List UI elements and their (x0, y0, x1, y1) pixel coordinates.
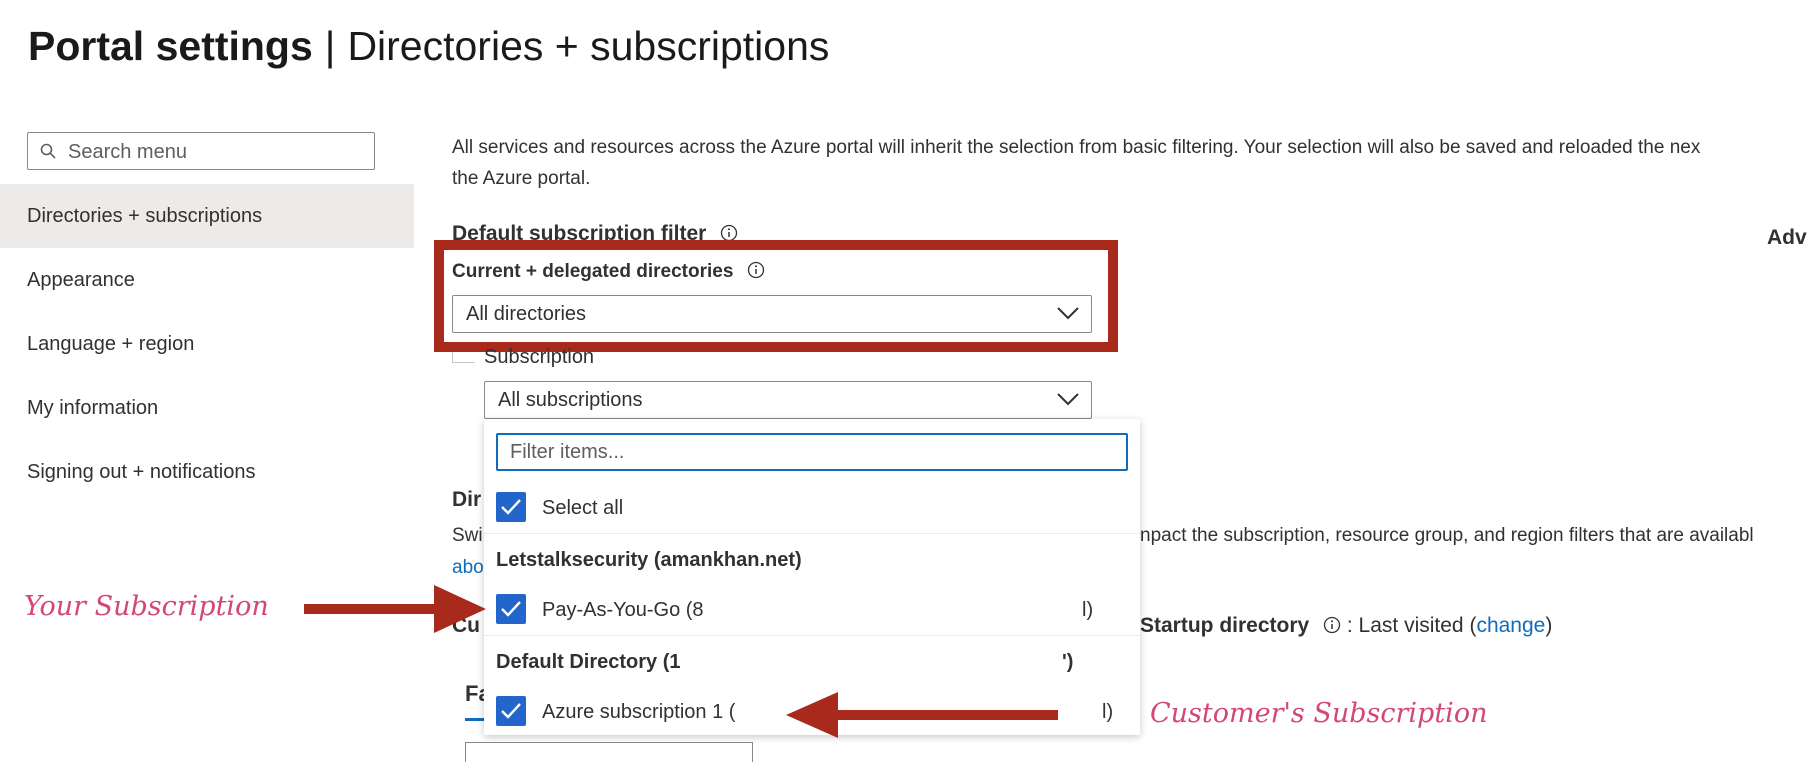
advanced-filter-label: Adv (1767, 226, 1807, 249)
directories-dropdown-value: All directories (466, 303, 587, 325)
select-all-checkbox[interactable] (496, 492, 526, 522)
favorites-search-box[interactable] (465, 742, 753, 762)
search-icon (40, 143, 56, 159)
info-icon[interactable] (1323, 616, 1341, 634)
pay-as-you-go-checkbox[interactable] (496, 594, 526, 624)
intro-text-line2: the Azure portal. (452, 168, 591, 189)
startup-value-suffix: ) (1545, 614, 1553, 637)
subscription-dropdown-value: All subscriptions (498, 389, 643, 411)
directories-label: Current + delegated directories (452, 261, 765, 283)
startup-directory-label: Startup directory (1140, 614, 1310, 637)
chevron-down-icon (1057, 393, 1079, 406)
azure-subscription-1-label[interactable]: Azure subscription 1 ( (542, 701, 735, 724)
select-all-label[interactable]: Select all (542, 497, 623, 520)
annotation-customer-subscription: Customer's Subscription (1150, 698, 1488, 729)
page-title: Portal settings | Directories + subscripti… (28, 20, 829, 72)
startup-value-prefix: : Last visited ( (1346, 614, 1477, 637)
checkmark-icon (501, 499, 521, 515)
sidebar-item-directories-subscriptions[interactable]: Directories + subscriptions (0, 184, 414, 248)
startup-change-link[interactable]: change (1476, 614, 1545, 637)
page-title-rest: Directories + subscriptions (347, 23, 830, 69)
search-menu-box[interactable] (27, 132, 375, 170)
directories-dropdown[interactable]: All directories (452, 295, 1092, 333)
subscription-dropdown-popup: Select all Letstalksecurity (amankhan.ne… (484, 419, 1140, 735)
title-separator: | (324, 23, 336, 69)
sidebar-item-signing-out-notifications[interactable]: Signing out + notifications (0, 440, 414, 504)
tree-connector (452, 352, 475, 363)
sidebar-item-my-information[interactable]: My information (0, 376, 414, 440)
startup-directory-row: Startup directory : Last visited (change… (1140, 614, 1552, 638)
directories-label-text: Current + delegated directories (452, 261, 734, 282)
directories-description-right: npact the subscription, resource group, … (1140, 525, 1754, 546)
group-header-default-directory: Default Directory (1 (496, 651, 681, 673)
checkmark-icon (501, 703, 521, 719)
directories-description-left: Swi (452, 525, 483, 546)
filter-items-input[interactable] (496, 433, 1128, 471)
subscription-dropdown[interactable]: All subscriptions (484, 381, 1092, 419)
about-link[interactable]: abo (452, 557, 484, 579)
page-title-strong: Portal settings (28, 23, 313, 69)
popup-divider (484, 635, 1140, 636)
search-menu-input[interactable] (66, 134, 370, 170)
pay-as-you-go-label-end: l) (1082, 599, 1094, 621)
sidebar-item-language-region[interactable]: Language + region (0, 312, 414, 376)
azure-subscription-1-checkbox[interactable] (496, 696, 526, 726)
checkmark-icon (501, 601, 521, 617)
subscription-label: Subscription (484, 346, 595, 368)
chevron-down-icon (1057, 307, 1079, 320)
group-header-letstalksecurity: Letstalksecurity (amankhan.net) (496, 549, 802, 571)
intro-text-line1: All services and resources across the Az… (452, 137, 1701, 158)
intro-text-block: All services and resources across the Az… (452, 132, 1808, 194)
arrow-right-icon (304, 585, 486, 633)
sidebar-item-appearance[interactable]: Appearance (0, 248, 414, 312)
arrow-left-icon (786, 692, 1058, 738)
popup-divider (484, 533, 1140, 534)
annotation-your-subscription: Your Subscription (24, 591, 269, 622)
directories-section-title: Dir (452, 488, 482, 511)
group-header-default-directory-end: ') (1062, 651, 1074, 673)
info-icon[interactable] (747, 261, 765, 279)
pay-as-you-go-label[interactable]: Pay-As-You-Go (8 (542, 599, 704, 622)
azure-subscription-1-label-end: l) (1102, 701, 1114, 723)
